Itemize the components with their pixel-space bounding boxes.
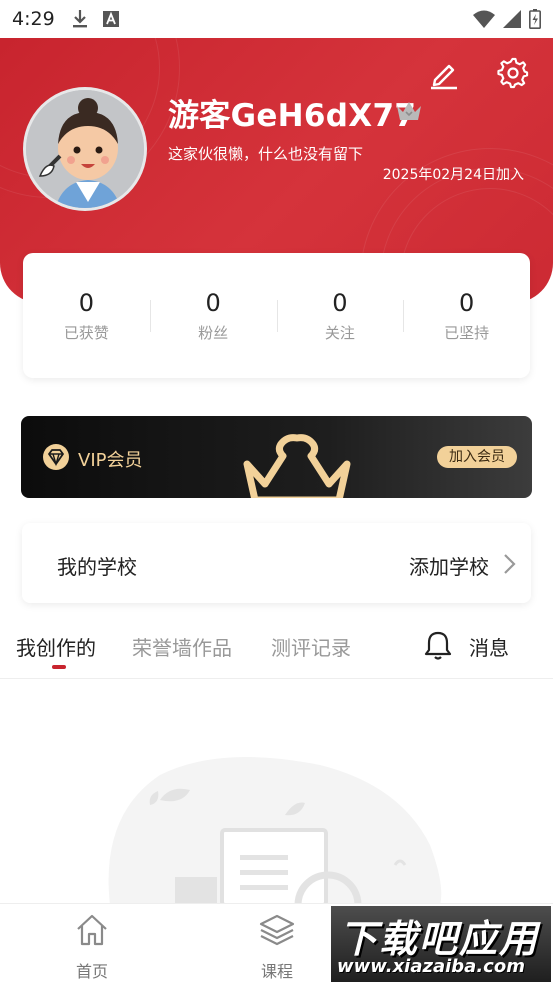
- edit-icon[interactable]: [427, 58, 459, 90]
- username: 游客GeH6dX77: [168, 98, 417, 134]
- messages-label[interactable]: 消息: [469, 632, 509, 661]
- stat-streak[interactable]: 0 已坚持: [403, 288, 530, 343]
- crown-icon: [243, 434, 351, 498]
- vip-label: VIP会员: [78, 450, 143, 471]
- home-icon: [77, 914, 107, 946]
- tab-assessments[interactable]: 测评记录: [271, 632, 351, 661]
- diamond-icon: [43, 444, 69, 470]
- avatar[interactable]: [23, 87, 147, 211]
- tab-honor-wall[interactable]: 荣誉墙作品: [132, 632, 232, 661]
- settings-icon[interactable]: [497, 57, 529, 89]
- school-label: 我的学校: [57, 555, 137, 579]
- join-date: 2025年02月24日加入: [382, 167, 524, 183]
- a-badge-icon: [102, 11, 119, 27]
- layers-icon: [259, 914, 295, 946]
- chevron-right-icon: [504, 554, 516, 574]
- stat-likes[interactable]: 0 已获赞: [23, 288, 150, 343]
- school-card[interactable]: 我的学校 添加学校: [22, 523, 531, 603]
- bell-icon[interactable]: [424, 630, 452, 660]
- download-icon: [72, 10, 87, 28]
- nav-courses[interactable]: 课程: [237, 912, 317, 982]
- status-time: 4:29: [12, 8, 55, 30]
- stat-value: 0: [458, 289, 475, 317]
- stat-value: 0: [78, 289, 95, 317]
- content-tabs: 我创作的 荣誉墙作品 测评记录 消息: [0, 627, 553, 679]
- tab-my-creations[interactable]: 我创作的: [16, 632, 96, 661]
- watermark: 下载吧应用 www.xiazaiba.com: [331, 906, 551, 982]
- wifi-icon: [473, 10, 495, 28]
- tab-indicator: [52, 665, 66, 669]
- stat-fans[interactable]: 0 粉丝: [149, 288, 277, 343]
- stat-value: 0: [205, 289, 221, 317]
- nav-home[interactable]: 首页: [52, 912, 132, 982]
- nav-label: 首页: [75, 962, 108, 981]
- add-school-button[interactable]: 添加学校: [409, 551, 489, 580]
- signal-icon: [503, 10, 521, 28]
- watermark-url: www.xiazaiba.com: [337, 956, 525, 977]
- vip-banner[interactable]: VIP会员 加入会员: [21, 416, 532, 498]
- join-vip-button[interactable]: 加入会员: [437, 446, 517, 468]
- bio-text: 这家伙很懒，什么也没有留下: [168, 145, 364, 163]
- status-bar: 4:29: [0, 0, 553, 38]
- battery-icon: [529, 9, 541, 29]
- empty-state-illustration: [108, 757, 442, 905]
- crown-icon: [397, 102, 421, 120]
- stat-label: 已获赞: [63, 324, 109, 342]
- stat-label: 粉丝: [198, 324, 229, 342]
- nav-label: 课程: [260, 962, 293, 981]
- watermark-title: 下载吧应用: [339, 917, 540, 961]
- avatar-illustration: [26, 90, 144, 208]
- stat-label: 已坚持: [444, 324, 490, 342]
- stat-label: 关注: [324, 324, 355, 342]
- stat-following[interactable]: 0 关注: [276, 288, 404, 343]
- stats-card: 0 已获赞 0 粉丝 0 关注 0 已坚持: [23, 253, 530, 378]
- stat-value: 0: [332, 289, 348, 317]
